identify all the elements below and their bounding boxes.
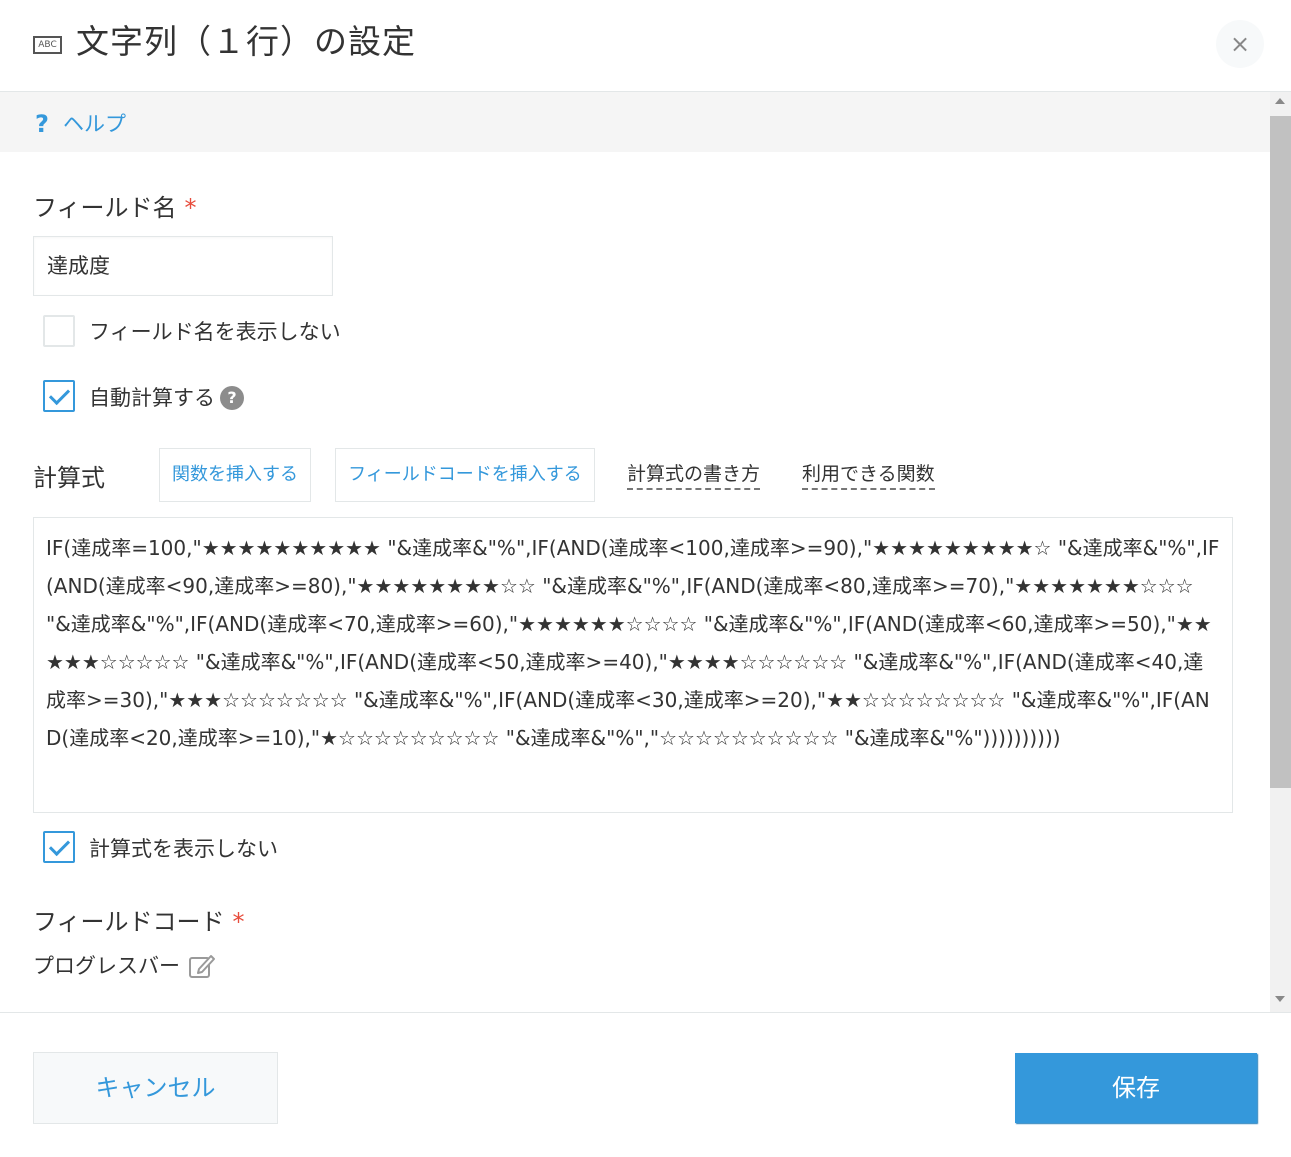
- formula-textarea[interactable]: IF(達成率=100,"★★★★★★★★★★ "&達成率&"%",IF(AND(…: [33, 517, 1233, 813]
- scroll-down-arrow-icon[interactable]: [1275, 996, 1285, 1002]
- save-button[interactable]: 保存: [1015, 1053, 1257, 1123]
- edit-icon[interactable]: [188, 952, 216, 980]
- dialog-body: ? ヘルプ フィールド名 * 達成度 フィールド名を表示しない 自動計算する ? …: [0, 92, 1291, 1012]
- insert-function-button[interactable]: 関数を挿入する: [159, 448, 311, 502]
- required-mark: *: [184, 194, 197, 222]
- available-functions-link[interactable]: 利用できる関数: [802, 459, 935, 490]
- dialog-footer: キャンセル 保存: [0, 1012, 1291, 1157]
- required-mark: *: [232, 908, 245, 936]
- dialog-title: 文字列（１行）の設定: [76, 22, 416, 61]
- field-code-label: フィールドコード *: [33, 902, 245, 937]
- formula-label: 計算式: [33, 464, 105, 492]
- formula-syntax-link[interactable]: 計算式の書き方: [627, 459, 761, 490]
- hide-formula-checkbox[interactable]: [43, 831, 75, 863]
- help-bar: ? ヘルプ: [0, 92, 1270, 152]
- help-question-icon: ?: [35, 110, 49, 138]
- close-button[interactable]: ×: [1216, 20, 1264, 68]
- insert-field-code-button[interactable]: フィールドコードを挿入する: [335, 448, 595, 502]
- auto-calc-label: 自動計算する: [89, 386, 215, 410]
- help-icon[interactable]: ?: [220, 386, 244, 410]
- hide-field-name-label: フィールド名を表示しない: [89, 320, 341, 344]
- field-name-label-text: フィールド名: [33, 194, 177, 222]
- scrollbar-thumb[interactable]: [1270, 116, 1291, 788]
- field-code-label-text: フィールドコード: [33, 908, 225, 936]
- auto-calc-checkbox[interactable]: [43, 380, 75, 412]
- field-name-label: フィールド名 *: [33, 188, 197, 223]
- help-link[interactable]: ヘルプ: [63, 108, 126, 138]
- scroll-up-arrow-icon[interactable]: [1275, 98, 1285, 104]
- dialog-header: ABC 文字列（１行）の設定 ×: [0, 0, 1291, 92]
- cancel-button[interactable]: キャンセル: [33, 1052, 278, 1124]
- text-field-icon: ABC: [33, 36, 62, 54]
- hide-formula-label: 計算式を表示しない: [89, 837, 278, 861]
- field-name-input[interactable]: 達成度: [33, 236, 333, 296]
- hide-field-name-checkbox[interactable]: [43, 315, 75, 347]
- field-code-value: プログレスバー: [33, 954, 180, 978]
- scrollbar[interactable]: [1270, 92, 1291, 1012]
